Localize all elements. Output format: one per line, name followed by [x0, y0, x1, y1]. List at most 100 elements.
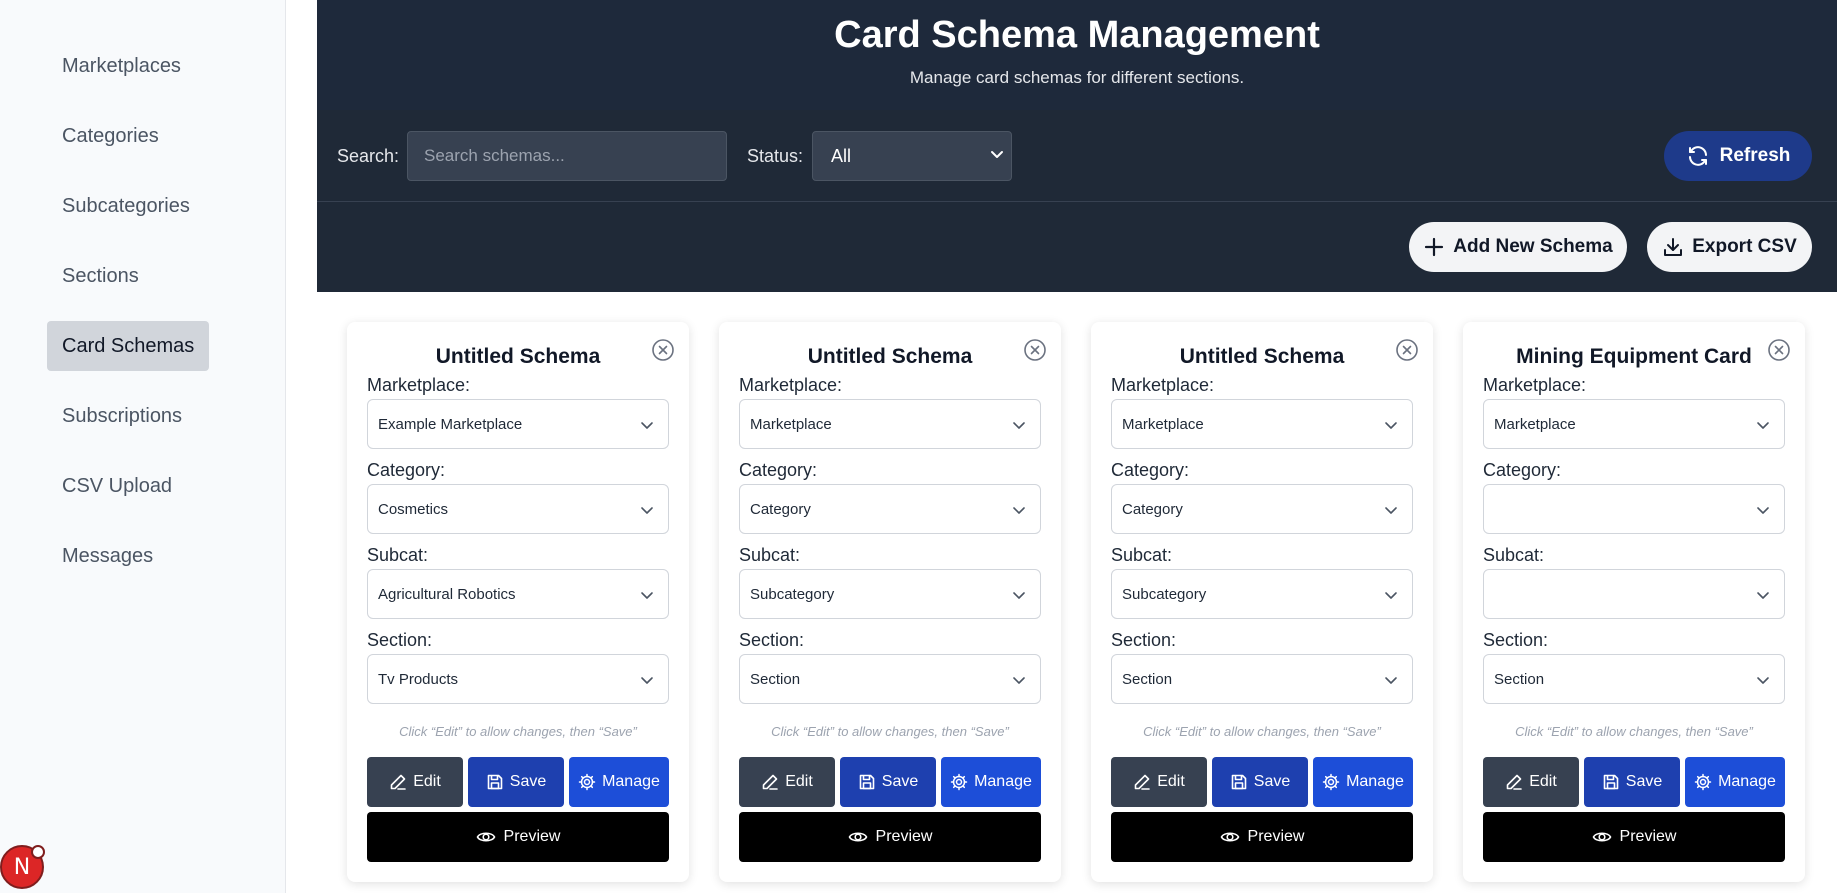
floppy-icon — [1602, 773, 1620, 791]
marketplace-select[interactable]: Marketplace — [1483, 399, 1785, 449]
subcat-select[interactable] — [1483, 569, 1785, 619]
preview-button[interactable]: Preview — [1483, 812, 1785, 862]
card-title: Untitled Schema — [807, 345, 973, 368]
status-label: Status: — [747, 146, 804, 166]
section-label: Section: — [739, 630, 805, 650]
marketplace-select[interactable]: Marketplace — [1111, 399, 1413, 449]
save-button[interactable]: Save — [468, 757, 564, 807]
download-icon — [1662, 236, 1684, 258]
preview-button[interactable]: Preview — [1111, 812, 1413, 862]
save-button[interactable]: Save — [1584, 757, 1680, 807]
section-select[interactable]: Section — [1483, 654, 1785, 704]
refresh-button[interactable]: Refresh — [1664, 131, 1812, 181]
edit-button[interactable]: Edit — [739, 757, 835, 807]
edit-label: Edit — [413, 773, 441, 790]
page-title: Card Schema Management — [834, 14, 1320, 56]
chevron-down-icon — [1384, 588, 1398, 602]
marketplace-select[interactable]: Marketplace — [739, 399, 1041, 449]
chevron-down-icon — [1012, 588, 1026, 602]
save-label: Save — [881, 773, 919, 790]
edit-button[interactable]: Edit — [1111, 757, 1207, 807]
category-label: Category: — [739, 460, 818, 480]
sidebar-item-subscriptions[interactable]: Subscriptions — [47, 391, 197, 441]
chevron-down-icon — [640, 673, 654, 687]
edit-hint: Click “Edit” to allow changes, then “Sav… — [1515, 724, 1753, 739]
add-new-schema-button[interactable]: Add New Schema — [1409, 222, 1627, 272]
sidebar-item-categories[interactable]: Categories — [47, 111, 174, 161]
main-content: Card Schema Management Manage card schem… — [317, 0, 1837, 893]
pencil-icon — [761, 773, 779, 791]
chevron-down-icon — [1756, 588, 1770, 602]
manage-button[interactable]: Manage — [941, 757, 1041, 807]
category-select-value: Category — [750, 500, 811, 518]
card-title: Untitled Schema — [435, 345, 601, 368]
preview-button[interactable]: Preview — [367, 812, 669, 862]
edit-label: Edit — [785, 773, 813, 790]
search-input[interactable] — [407, 131, 727, 181]
chevron-down-icon — [1384, 503, 1398, 517]
card-title: Untitled Schema — [1179, 345, 1345, 368]
avatar-status-dot — [31, 845, 45, 859]
marketplace-select-value: Marketplace — [1494, 415, 1576, 433]
filter-toolbar: Search: Status: All Refresh — [317, 110, 1837, 202]
close-icon[interactable] — [1395, 338, 1419, 362]
close-icon[interactable] — [1023, 338, 1047, 362]
section-select[interactable]: Tv Products — [367, 654, 669, 704]
schema-card: Mining Equipment Card Marketplace: Marketp… — [1463, 322, 1805, 882]
manage-label: Manage — [602, 773, 660, 790]
marketplace-label: Marketplace: — [1111, 375, 1215, 395]
refresh-icon — [1686, 144, 1710, 168]
subcat-select-value: Agricultural Robotics — [378, 585, 516, 603]
preview-label: Preview — [503, 828, 561, 845]
marketplace-select-value: Marketplace — [1122, 415, 1204, 433]
manage-button[interactable]: Manage — [1313, 757, 1413, 807]
card-title: Mining Equipment Card — [1516, 345, 1752, 368]
chevron-down-icon — [1756, 418, 1770, 432]
marketplace-select[interactable]: Example Marketplace — [367, 399, 669, 449]
close-icon[interactable] — [651, 338, 675, 362]
subcat-select[interactable]: Subcategory — [739, 569, 1041, 619]
action-bar: Add New Schema Export CSV — [317, 202, 1837, 292]
chevron-down-icon — [1384, 673, 1398, 687]
category-select[interactable] — [1483, 484, 1785, 534]
edit-button[interactable]: Edit — [1483, 757, 1579, 807]
manage-label: Manage — [1718, 773, 1776, 790]
category-select[interactable]: Category — [739, 484, 1041, 534]
plus-icon — [1423, 236, 1445, 258]
manage-button[interactable]: Manage — [1685, 757, 1785, 807]
pencil-icon — [389, 773, 407, 791]
gear-icon — [950, 773, 968, 791]
sidebar-item-marketplaces[interactable]: Marketplaces — [47, 41, 196, 91]
section-select-value: Section — [750, 670, 801, 688]
export-csv-button[interactable]: Export CSV — [1647, 222, 1812, 272]
preview-button[interactable]: Preview — [739, 812, 1041, 862]
manage-button[interactable]: Manage — [569, 757, 669, 807]
section-select[interactable]: Section — [739, 654, 1041, 704]
save-button[interactable]: Save — [840, 757, 936, 807]
sidebar-item-csv-upload[interactable]: CSV Upload — [47, 461, 187, 511]
eye-icon — [476, 827, 496, 847]
subcat-select[interactable]: Subcategory — [1111, 569, 1413, 619]
sidebar-item-sections[interactable]: Sections — [47, 251, 154, 301]
eye-icon — [848, 827, 868, 847]
close-icon[interactable] — [1767, 338, 1791, 362]
search-label: Search: — [337, 146, 400, 166]
sidebar-item-card-schemas[interactable]: Card Schemas — [47, 321, 210, 371]
chevron-down-icon — [640, 588, 654, 602]
category-select[interactable]: Category — [1111, 484, 1413, 534]
subcat-label: Subcat: — [1111, 545, 1173, 565]
section-label: Section: — [1483, 630, 1549, 650]
gear-icon — [1322, 773, 1340, 791]
status-select[interactable]: All — [812, 131, 1012, 181]
save-button[interactable]: Save — [1212, 757, 1308, 807]
edit-hint: Click “Edit” to allow changes, then “Sav… — [771, 724, 1009, 739]
category-select[interactable]: Cosmetics — [367, 484, 669, 534]
subcat-label: Subcat: — [1483, 545, 1545, 565]
sidebar-item-subcategories[interactable]: Subcategories — [47, 181, 205, 231]
floppy-icon — [1230, 773, 1248, 791]
section-label: Section: — [1111, 630, 1177, 650]
section-select[interactable]: Section — [1111, 654, 1413, 704]
subcat-select[interactable]: Agricultural Robotics — [367, 569, 669, 619]
sidebar-item-messages[interactable]: Messages — [47, 531, 168, 581]
edit-button[interactable]: Edit — [367, 757, 463, 807]
